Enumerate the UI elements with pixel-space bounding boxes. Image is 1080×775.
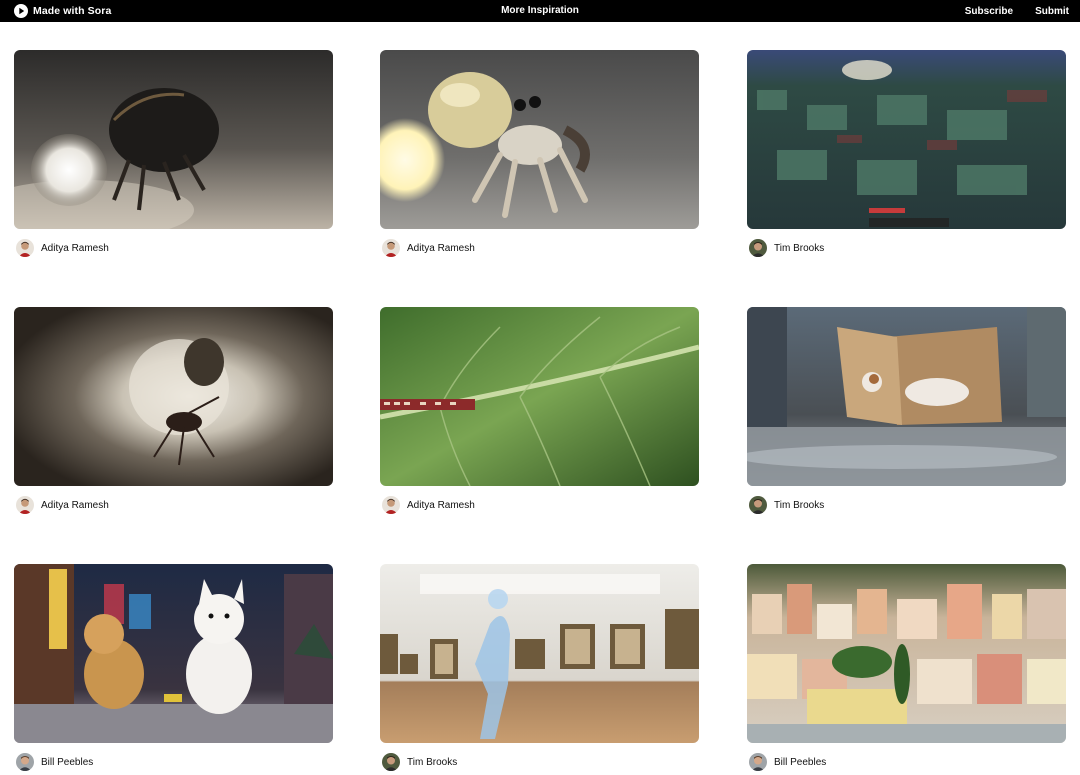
author-link[interactable]: Aditya Ramesh — [382, 238, 475, 258]
author-name: Tim Brooks — [774, 499, 825, 511]
author-link[interactable]: Tim Brooks — [749, 238, 824, 258]
submit-link[interactable]: Submit — [1035, 6, 1069, 17]
author-link[interactable]: Aditya Ramesh — [16, 238, 109, 258]
video-thumbnail[interactable] — [14, 307, 333, 486]
author-link[interactable]: Aditya Ramesh — [16, 495, 109, 515]
video-thumbnail[interactable] — [747, 307, 1066, 486]
avatar — [749, 753, 767, 771]
video-card[interactable]: Bill Peebles — [14, 564, 333, 771]
video-thumbnail[interactable] — [380, 564, 699, 743]
avatar — [16, 496, 34, 514]
more-inspiration-wrapper: More Inspiration — [0, 0, 1080, 22]
author-name: Aditya Ramesh — [41, 242, 109, 254]
video-thumbnail[interactable] — [380, 50, 699, 229]
author-link[interactable]: Bill Peebles — [749, 752, 826, 772]
top-navigation-bar: Made with Sora More Inspiration Subscrib… — [0, 0, 1080, 22]
avatar — [382, 753, 400, 771]
video-thumbnail[interactable] — [747, 50, 1066, 229]
avatar — [382, 496, 400, 514]
video-thumbnail[interactable] — [747, 564, 1066, 743]
author-name: Bill Peebles — [774, 756, 827, 768]
author-name: Aditya Ramesh — [407, 242, 475, 254]
author-name: Tim Brooks — [407, 756, 458, 768]
author-link[interactable]: Aditya Ramesh — [382, 495, 475, 515]
subscribe-link[interactable]: Subscribe — [965, 6, 1013, 17]
author-name: Tim Brooks — [774, 242, 825, 254]
author-name: Aditya Ramesh — [407, 499, 475, 511]
avatar — [382, 239, 400, 257]
avatar — [749, 496, 767, 514]
avatar — [749, 239, 767, 257]
video-card[interactable]: Aditya Ramesh — [380, 50, 699, 257]
author-link[interactable]: Tim Brooks — [382, 752, 457, 772]
video-card[interactable]: Aditya Ramesh — [14, 50, 333, 257]
video-card[interactable]: Tim Brooks — [747, 50, 1066, 257]
play-circle-icon — [14, 4, 28, 18]
author-link[interactable]: Bill Peebles — [16, 752, 93, 772]
avatar — [16, 239, 34, 257]
video-card[interactable]: Tim Brooks — [747, 307, 1066, 514]
avatar — [16, 753, 34, 771]
video-card[interactable]: Bill Peebles — [747, 564, 1066, 771]
author-name: Aditya Ramesh — [41, 499, 109, 511]
author-name: Bill Peebles — [41, 756, 94, 768]
header-actions: Subscribe Submit — [965, 0, 1069, 22]
video-thumbnail[interactable] — [14, 564, 333, 743]
author-link[interactable]: Tim Brooks — [749, 495, 824, 515]
video-card[interactable]: Aditya Ramesh — [380, 307, 699, 514]
video-thumbnail[interactable] — [14, 50, 333, 229]
video-thumbnail[interactable] — [380, 307, 699, 486]
brand-link[interactable]: Made with Sora — [14, 0, 111, 22]
video-card[interactable]: Tim Brooks — [380, 564, 699, 771]
more-inspiration-link[interactable]: More Inspiration — [501, 5, 579, 16]
video-card[interactable]: Aditya Ramesh — [14, 307, 333, 514]
brand-name: Made with Sora — [33, 5, 112, 17]
